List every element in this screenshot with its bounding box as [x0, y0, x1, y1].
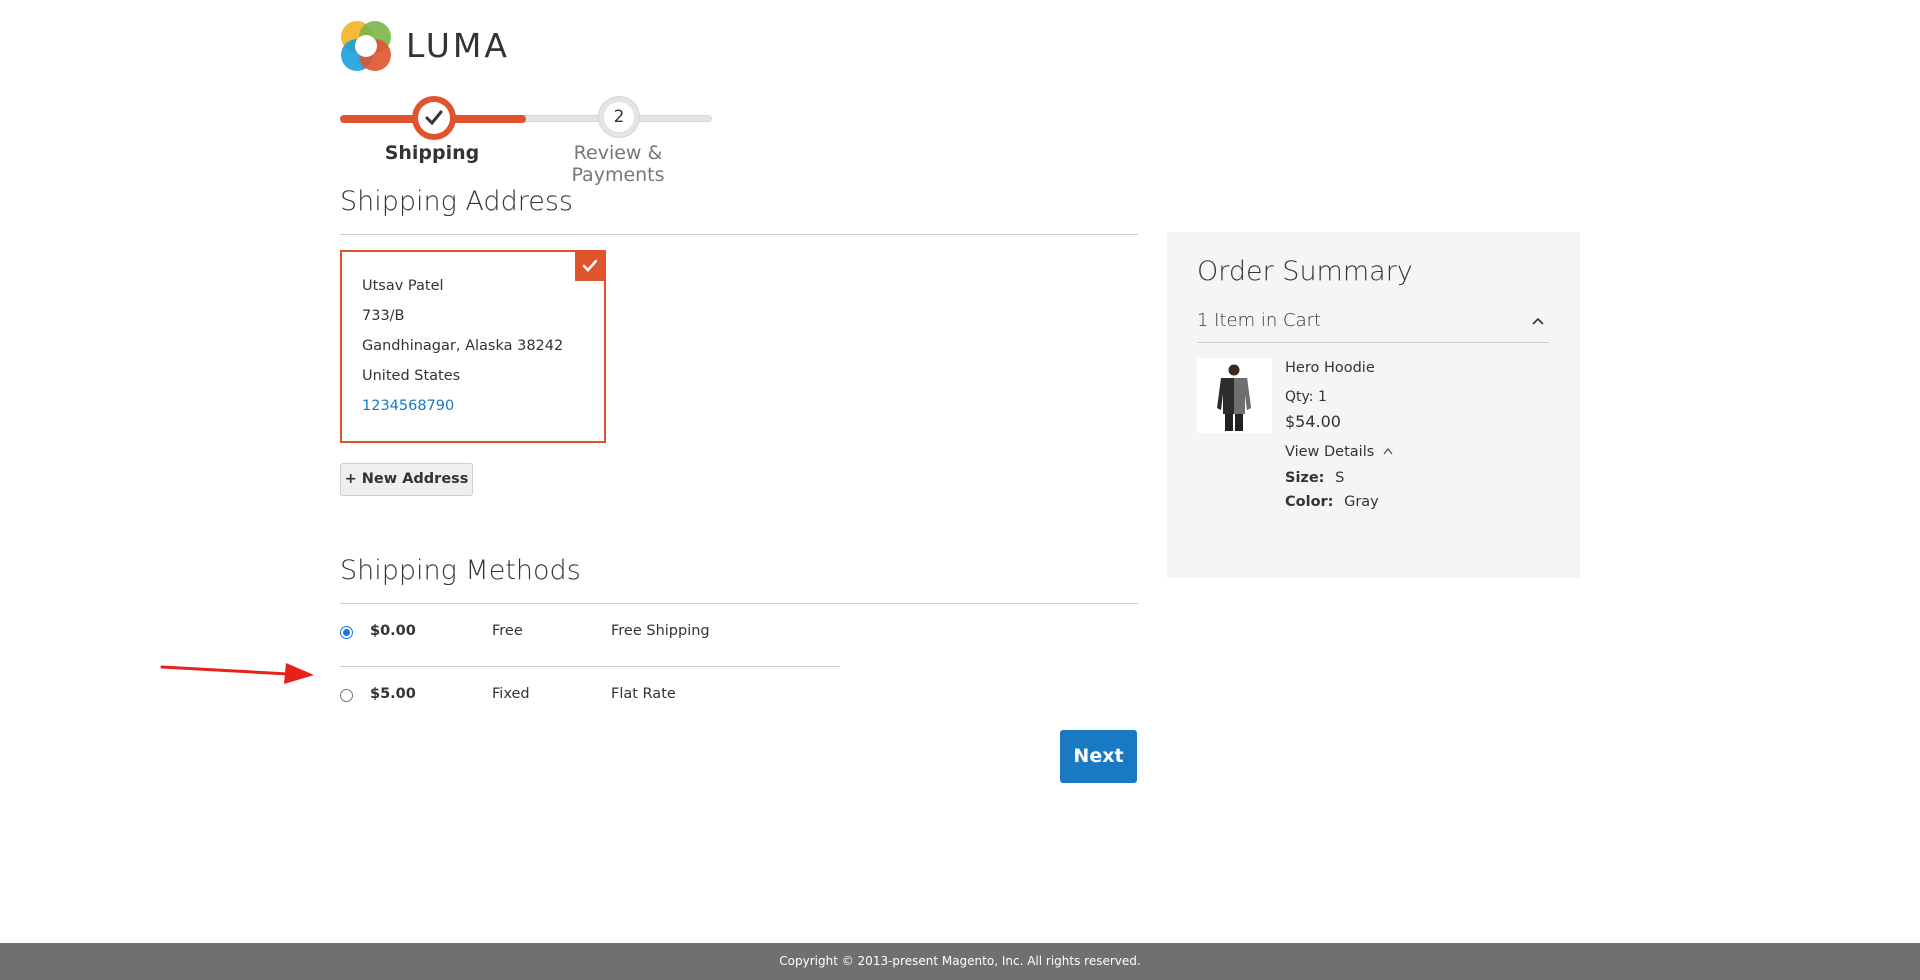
address-name: Utsav Patel: [362, 278, 444, 294]
address-country: United States: [362, 368, 461, 384]
selected-address-card[interactable]: Utsav Patel 733/B Gandhinagar, Alaska 38…: [340, 250, 606, 443]
check-icon: [582, 259, 598, 272]
shipping-address-divider: [340, 234, 1138, 235]
product-option-color: Color: Gray: [1285, 494, 1379, 510]
step-review-indicator: 2: [598, 96, 640, 138]
product-qty: Qty: 1: [1285, 389, 1327, 405]
check-icon: [425, 110, 443, 126]
step-shipping-indicator: [412, 96, 456, 140]
shipping-method-row[interactable]: $0.00 Free Free Shipping: [340, 619, 1140, 649]
shipping-method-radio[interactable]: [340, 689, 353, 702]
next-button[interactable]: Next: [1060, 730, 1137, 783]
chevron-up-icon: [1383, 447, 1393, 455]
shipping-methods-divider: [340, 603, 1138, 604]
method-row-divider: [340, 666, 840, 667]
luma-logo-icon[interactable]: [340, 20, 392, 72]
step-number: 2: [604, 102, 634, 132]
product-price: $54.00: [1285, 412, 1341, 431]
address-street: 733/B: [362, 308, 405, 324]
brand-name: LUMA: [406, 26, 510, 65]
shipping-method-row[interactable]: $5.00 Fixed Flat Rate: [340, 682, 1140, 712]
view-details-label: View Details: [1285, 444, 1375, 460]
order-summary-panel: Order Summary 1 Item in Cart Hero Hoodie…: [1167, 232, 1580, 578]
method-title: Free: [492, 623, 523, 639]
view-details-toggle[interactable]: View Details: [1285, 444, 1394, 460]
selected-check-badge: [575, 251, 605, 281]
option-label: Size:: [1285, 470, 1325, 486]
shipping-methods-heading: Shipping Methods: [340, 555, 581, 586]
address-phone-link[interactable]: 1234568790: [362, 398, 454, 414]
chevron-up-icon[interactable]: [1530, 314, 1546, 328]
shipping-address-heading: Shipping Address: [340, 186, 573, 217]
new-address-button[interactable]: + New Address: [340, 463, 473, 496]
method-price: $0.00: [370, 623, 416, 639]
option-value: Gray: [1344, 494, 1379, 510]
method-carrier: Free Shipping: [611, 623, 710, 639]
option-label: Color:: [1285, 494, 1334, 510]
method-carrier: Flat Rate: [611, 686, 676, 702]
method-price: $5.00: [370, 686, 416, 702]
product-option-size: Size: S: [1285, 470, 1344, 486]
cart-count-toggle[interactable]: 1 Item in Cart: [1197, 310, 1321, 331]
option-value: S: [1335, 470, 1345, 486]
product-name: Hero Hoodie: [1285, 360, 1375, 376]
step-label-review: Review & Payments: [571, 142, 665, 186]
address-city: Gandhinagar, Alaska 38242: [362, 338, 564, 354]
order-summary-title: Order Summary: [1197, 256, 1413, 287]
method-title: Fixed: [492, 686, 530, 702]
annotation-arrow-icon: [160, 663, 314, 684]
product-thumbnail: [1197, 358, 1272, 433]
shipping-method-radio[interactable]: [340, 626, 353, 639]
footer-copyright: Copyright © 2013-present Magento, Inc. A…: [0, 943, 1920, 980]
summary-divider: [1197, 342, 1549, 343]
step-label-shipping: Shipping: [384, 142, 480, 164]
